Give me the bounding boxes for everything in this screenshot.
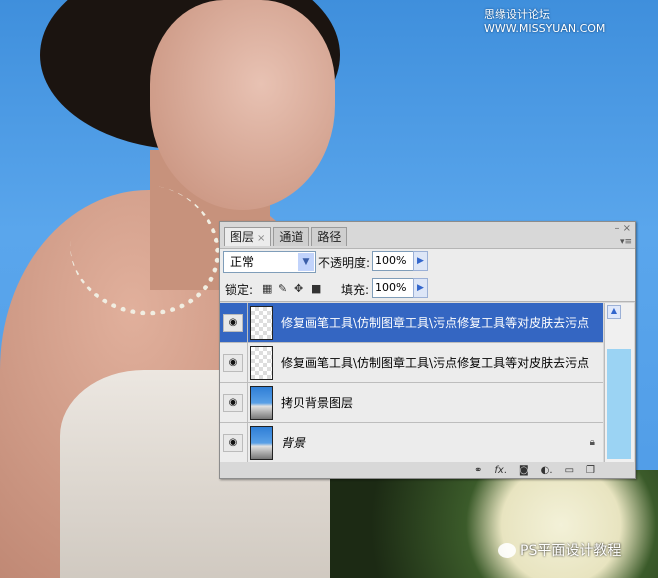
opacity-slider-button[interactable]: ▶ [413, 251, 428, 271]
tab-paths-label: 路径 [317, 230, 342, 244]
tab-close-icon[interactable]: × [257, 233, 265, 244]
lock-move-icon[interactable]: ✥ [294, 282, 303, 295]
watermark-bottom: PS平面设计教程 [498, 540, 621, 560]
fill-label: 填充: [341, 283, 370, 297]
link-icon[interactable]: ⚭ [474, 465, 482, 476]
layer-name: 修复画笔工具\仿制图章工具\污点修复工具等对皮肤去污点 [281, 316, 590, 330]
blend-mode-value: 正常 [230, 255, 255, 269]
tab-channels-label: 通道 [279, 230, 304, 244]
scroll-track[interactable] [607, 349, 631, 459]
eye-icon[interactable]: ◉ [223, 393, 243, 412]
layer-row[interactable]: ◉ 拷贝背景图层 [220, 382, 603, 423]
layers-panel: 图层 × 通道 路径 – × ▾≡ 正常 ▼ 不透明度: 100% ▶ 锁定: ▦ … [219, 221, 636, 479]
divider [247, 302, 248, 343]
layer-thumbnail [250, 345, 273, 380]
fx-icon[interactable]: fx. [494, 465, 507, 476]
divider [247, 422, 248, 463]
blend-row: 正常 ▼ 不透明度: 100% ▶ [220, 248, 635, 274]
tab-channels[interactable]: 通道 [273, 227, 310, 246]
watermark-bottom-text: PS平面设计教程 [520, 543, 622, 559]
divider [247, 382, 248, 423]
scrollbar[interactable]: ▲ [604, 303, 634, 462]
lock-label: 锁定: [225, 283, 254, 297]
opacity-input[interactable]: 100% [372, 251, 415, 271]
layer-thumbnail [250, 305, 273, 340]
panel-menu-icon[interactable]: ▾≡ [620, 237, 632, 247]
fill-slider-button[interactable]: ▶ [413, 278, 428, 298]
adjustment-icon[interactable]: ◐. [541, 465, 553, 476]
mask-icon[interactable]: ◙ [519, 465, 529, 476]
eye-icon[interactable]: ◉ [223, 353, 243, 372]
lock-row: 锁定: ▦ ✎ ✥ ■ 填充: 100% ▶ [220, 274, 635, 302]
layer-row[interactable]: ◉ 修复画笔工具\仿制图章工具\污点修复工具等对皮肤去污点 [220, 302, 603, 343]
lock-all-icon[interactable]: ■ [311, 282, 321, 295]
scroll-up-icon[interactable]: ▲ [607, 305, 621, 319]
layers-list: ◉ 修复画笔工具\仿制图章工具\污点修复工具等对皮肤去污点 ◉ 修复画笔工具\仿… [220, 302, 603, 463]
tab-layers[interactable]: 图层 × [224, 227, 272, 246]
eye-icon[interactable]: ◉ [223, 313, 243, 332]
panel-tabs: 图层 × 通道 路径 [224, 227, 348, 246]
tab-paths[interactable]: 路径 [311, 227, 348, 246]
lock-transparent-icon[interactable]: ▦ [262, 282, 272, 295]
blend-mode-select[interactable]: 正常 ▼ [223, 251, 316, 273]
lock-brush-icon[interactable]: ✎ [278, 282, 287, 295]
layer-thumbnail [250, 425, 273, 460]
flowers [330, 470, 658, 578]
panel-bottom-bar: ⚭ fx. ◙ ◐. ▭ ❐ [220, 462, 635, 478]
layer-row[interactable]: ◉ 修复画笔工具\仿制图章工具\污点修复工具等对皮肤去污点 [220, 342, 603, 383]
layer-row[interactable]: ◉ 背景 🔒︎ [220, 422, 603, 463]
tab-layers-label: 图层 [230, 230, 255, 244]
wechat-icon [498, 542, 516, 558]
eye-icon[interactable]: ◉ [223, 433, 243, 452]
fill-input[interactable]: 100% [372, 278, 415, 298]
folder-icon[interactable]: ▭ [565, 465, 574, 476]
layer-name: 拷贝背景图层 [281, 396, 354, 410]
layer-thumbnail [250, 385, 273, 420]
opacity-label: 不透明度: [318, 256, 371, 270]
layer-name: 背景 [281, 436, 306, 450]
divider [247, 342, 248, 383]
new-layer-icon[interactable]: ❐ [586, 465, 595, 476]
lock-icon: 🔒︎ [589, 437, 595, 448]
watermark-top: 思缘设计论坛 WWW.MISSYUAN.COM [484, 8, 606, 35]
chevron-down-icon[interactable]: ▼ [298, 253, 314, 271]
window-controls[interactable]: – × [614, 223, 631, 234]
face [150, 0, 335, 210]
layer-name: 修复画笔工具\仿制图章工具\污点修复工具等对皮肤去污点 [281, 356, 590, 370]
